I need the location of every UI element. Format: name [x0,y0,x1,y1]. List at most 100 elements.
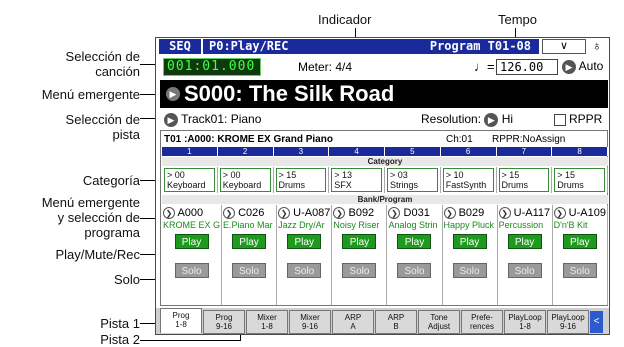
page-menu-button[interactable]: ∨ [542,39,586,54]
popup-icon: ▶ [562,59,576,74]
category-select[interactable]: > 15 Drums [275,168,327,192]
solo-button[interactable]: Solo [287,263,322,278]
program-name: D'n'B Kit [553,220,588,230]
track-column: ❯ C026 E.Piano Mar Play Solo [222,205,278,305]
program-select[interactable]: ❯ D031 Analog Strin [388,206,440,232]
program-popup-icon[interactable]: ❯ [163,207,175,220]
play-mute-rec-button[interactable]: Play [174,234,209,249]
tab-playloop-9-16[interactable]: PlayLoop 9-16 [547,310,589,334]
tab-tone-adjust[interactable]: Tone Adjust [418,310,460,334]
program-popup-icon[interactable]: ❯ [498,207,511,220]
tab-label: PlayLoop [508,313,542,322]
tab-arp-a[interactable]: ARP A [332,310,374,334]
category-select[interactable]: > 15 Drums [554,168,605,192]
annotation-seleccion-cancion: Selección de canción [30,49,140,79]
category-select[interactable]: > 00 Keyboard [219,168,271,192]
category-select[interactable]: > 13 SFX [331,168,382,192]
program-popup-icon[interactable]: ❯ [553,207,566,220]
track-column: > 10 FastSynth [441,167,497,193]
tab-playloop-1-8[interactable]: PlayLoop 1-8 [504,310,546,334]
program-number: C026 [238,207,265,219]
tab-label: Adjust [427,322,451,331]
play-mute-rec-button[interactable]: Play [452,234,487,249]
tab-prog-1-8[interactable]: Prog 1-8 [160,308,202,333]
category-name: Keyboard [222,180,262,190]
tempo-field[interactable]: 126.00 [496,59,558,75]
song-select[interactable]: ▶ S000: The Silk Road [160,80,608,108]
solo-button[interactable]: Solo [397,263,432,278]
track-column: > 15 Drums [552,167,608,193]
tab-label: B [393,322,399,331]
track-select-value: Track01: Piano [181,112,262,126]
tab-mixer-9-16[interactable]: Mixer 9-16 [289,310,331,334]
play-mute-rec-button[interactable]: Play [397,234,432,249]
tab-label: Prog [215,313,233,322]
category-select[interactable]: > 03 Strings [387,168,438,192]
play-mute-rec-button[interactable]: Play [507,234,542,249]
metronome-icon[interactable]: ♁ [592,38,602,53]
program-popup-icon[interactable]: ❯ [388,207,401,220]
category-select[interactable]: > 00 Keyboard [164,168,215,192]
tab-arp-b[interactable]: ARP B [375,310,417,334]
annotation-text: y selección de [57,210,140,225]
location-indicator[interactable]: 001:01.000 [163,58,261,76]
tab-prog-9-16[interactable]: Prog 9-16 [203,310,245,334]
annotation-solo: Solo [113,272,140,287]
solo-button[interactable]: Solo [452,263,487,278]
category-select[interactable]: > 10 FastSynth [442,168,494,192]
track-number: 5 [385,147,441,156]
category-number: > 15 [557,170,576,180]
tab-mixer-1-8[interactable]: Mixer 1-8 [246,310,288,334]
category-name: FastSynth [445,180,487,190]
program-number: D031 [403,207,430,219]
program-select[interactable]: ❯ A000 KROME EX G [163,206,220,232]
solo-button[interactable]: Solo [174,263,209,278]
program-select[interactable]: ❯ B029 Happy Pluck [443,206,496,232]
program-popup-icon[interactable]: ❯ [333,207,346,220]
solo-button[interactable]: Solo [507,263,542,278]
program-select[interactable]: ❯ C026 E.Piano Mar [223,206,275,232]
category-name: Keyboard [167,180,206,190]
program-popup-icon[interactable]: ❯ [278,207,291,220]
track-column: ❯ A000 KROME EX G Play Solo [162,205,223,305]
tab-label: Tone [430,313,448,322]
rppr-checkbox[interactable]: RPPR [554,112,602,126]
tab-scroll-left-icon[interactable]: < [590,311,603,333]
program-popup-icon[interactable]: ❯ [223,207,236,220]
play-mute-rec-button[interactable]: Play [287,234,322,249]
resolution-select[interactable]: Resolution: ▶ Hi [421,112,513,127]
tab-label: Prefe- [471,313,493,322]
solo-button[interactable]: Solo [562,263,597,278]
category-name: Strings [390,180,419,190]
program-select[interactable]: ❯ U-A117 Percussion [498,206,551,232]
track-number: 7 [496,147,553,156]
tempo-mode-select[interactable]: ▶ Auto [562,59,603,74]
category-number: > 15 [501,170,520,180]
category-select[interactable]: > 15 Drums [498,168,550,192]
program-number: A000 [177,207,204,219]
track-column: > 15 Drums [497,167,553,193]
track-select[interactable]: ▶ Track01: Piano [164,112,261,127]
play-mute-rec-button[interactable]: Play [562,234,597,249]
tab-label: rences [469,322,494,331]
program-select[interactable]: ❯ U-A109 D'n'B Kit [553,206,606,232]
program-popup-icon[interactable]: ❯ [443,207,456,220]
rppr-label: RPPR [569,112,603,126]
solo-button[interactable]: Solo [342,263,377,278]
quarter-note-icon: ♩= [474,59,495,74]
play-mute-rec-button[interactable]: Play [232,234,267,249]
tab-preferences[interactable]: Prefe-rences [461,310,503,334]
program-select[interactable]: ❯ U-A087 Jazz Dry/Ar [278,206,330,232]
tab-label: 1-8 [519,322,531,331]
track-info-name: T01 :A000: KROME EX Grand Piano [164,134,333,145]
program-select[interactable]: ❯ B092 Noisy Riser [333,206,385,232]
page-tabs: Prog 1-8 Prog 9-16 Mixer 1-8 Mixer 9-16 ARP A… [156,308,609,334]
solo-button[interactable]: Solo [232,263,267,278]
song-popup-menu-icon[interactable]: ▶ [166,87,180,101]
play-mute-rec-button[interactable]: Play [342,234,377,249]
tab-label: 1-8 [175,320,187,329]
tab-label: 9-16 [215,322,232,331]
resolution-value: Hi [501,112,514,126]
tab-label: PlayLoop [551,313,585,322]
program-name: Percussion [498,220,544,230]
